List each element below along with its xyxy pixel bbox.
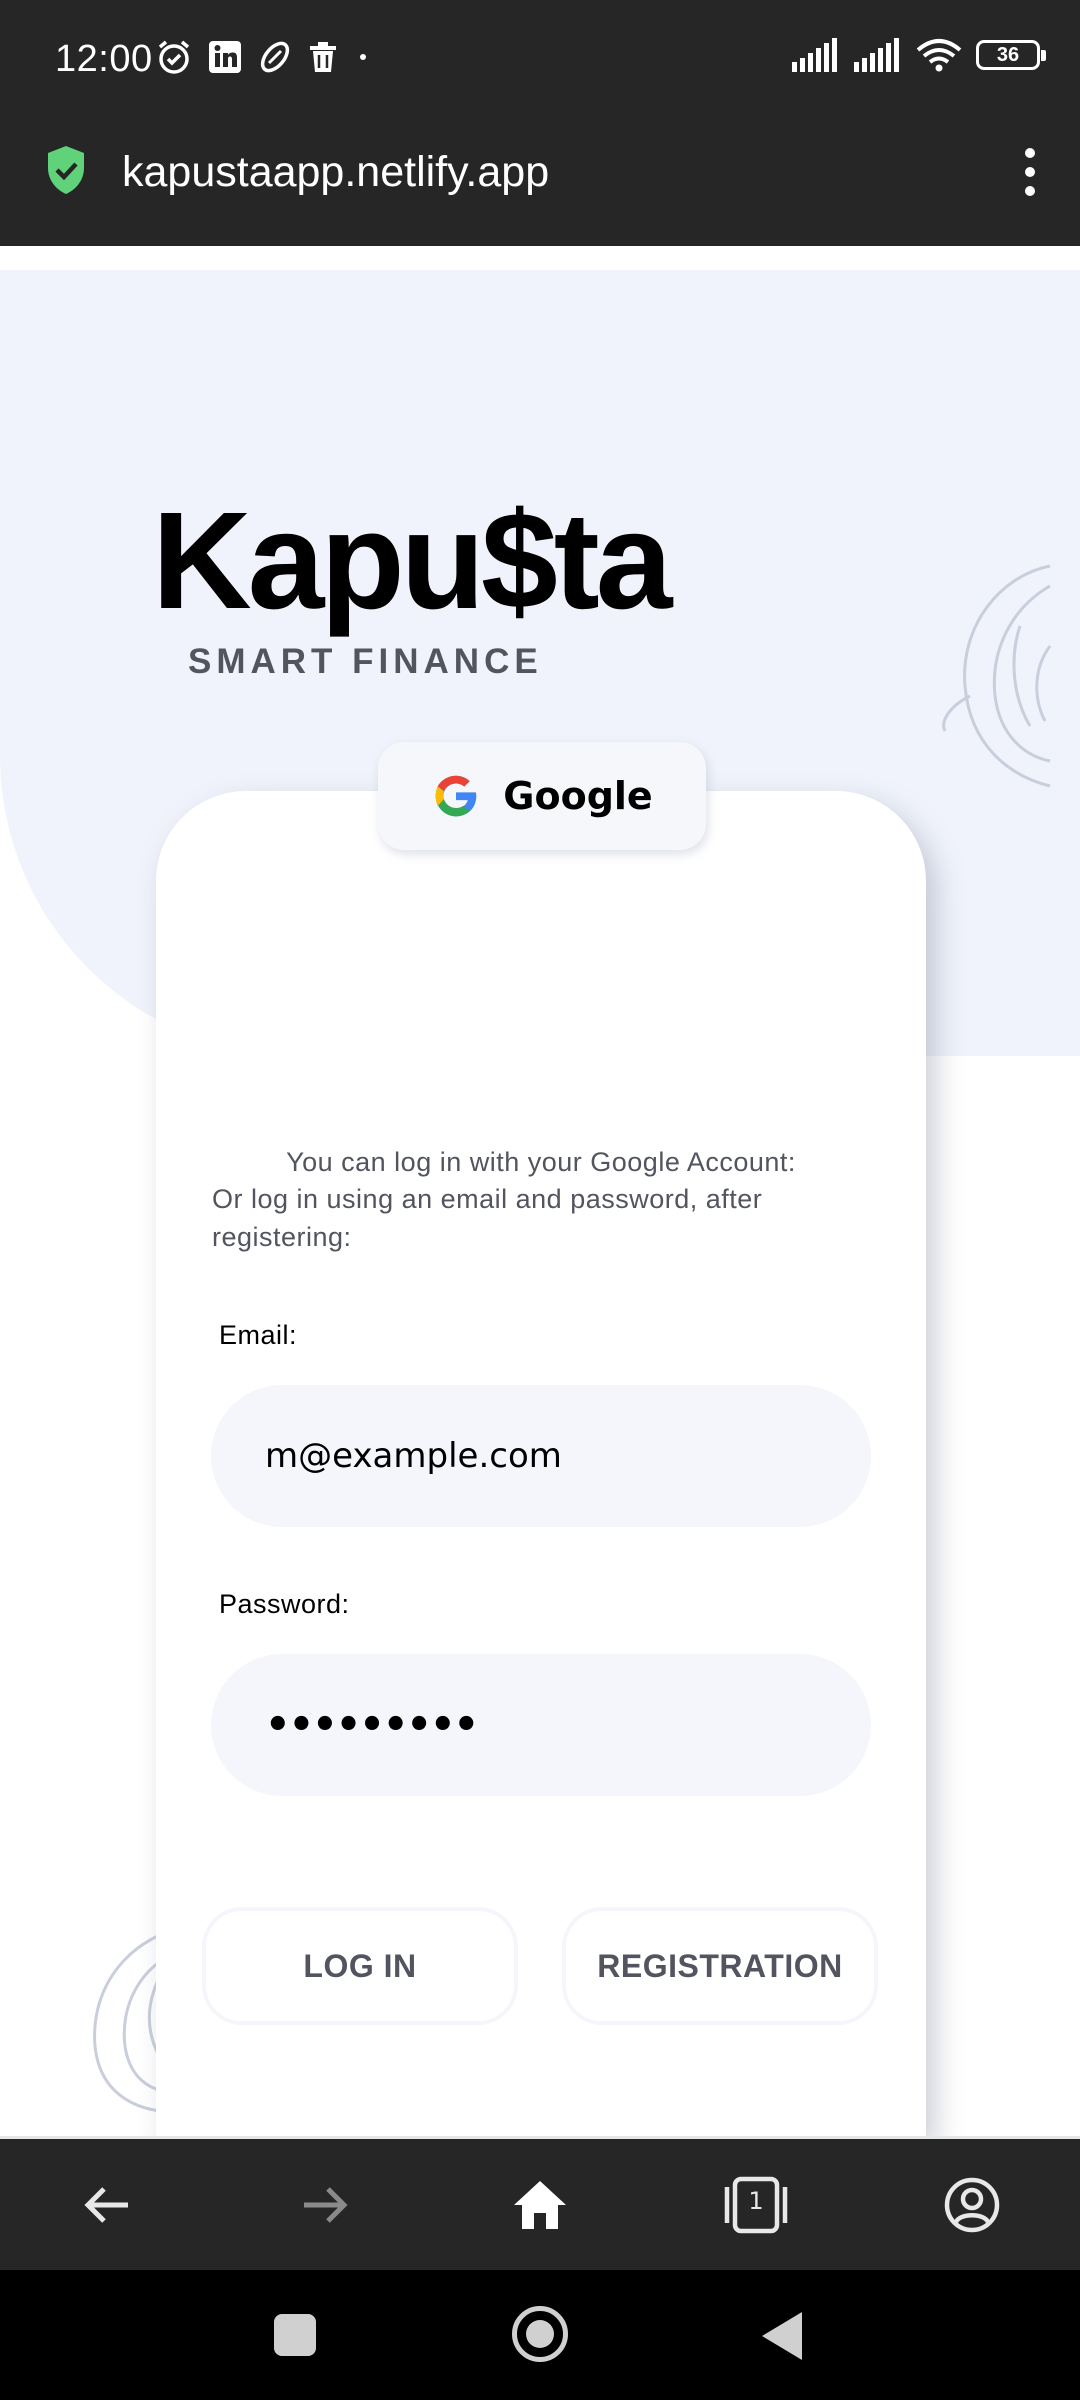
email-field[interactable]: m@example.com <box>211 1385 871 1527</box>
back-arrow-icon[interactable] <box>68 2165 148 2245</box>
notification-icons <box>155 38 373 76</box>
linkedin-icon <box>209 41 241 73</box>
home-circle-icon[interactable] <box>512 2306 568 2362</box>
trash-icon <box>310 42 336 72</box>
dot-icon <box>360 54 366 60</box>
tagline: SMART FINANCE <box>188 642 543 681</box>
cabbage-illustration <box>942 564 1052 788</box>
back-triangle-icon[interactable] <box>762 2312 802 2360</box>
home-icon[interactable] <box>500 2165 580 2245</box>
alarm-icon <box>158 40 190 74</box>
browser-url-bar[interactable]: kapustaapp.netlify.app <box>0 118 1080 246</box>
url-text[interactable]: kapustaapp.netlify.app <box>122 148 549 197</box>
account-icon[interactable] <box>932 2165 1012 2245</box>
tabs-icon[interactable]: 1 <box>716 2165 796 2245</box>
password-label: Password: <box>219 1589 350 1619</box>
app-logo: Kapu$ta <box>152 484 672 638</box>
system-nav-bar <box>0 2270 1080 2400</box>
signal-icon <box>854 38 899 72</box>
system-icons: 36 <box>792 38 1046 72</box>
battery-icon: 36 <box>976 40 1046 70</box>
google-g-icon <box>435 775 477 817</box>
status-bar: 12:00 36 <box>0 0 1080 118</box>
paperclip-icon <box>260 41 290 73</box>
google-login-button[interactable]: Google <box>378 742 706 850</box>
status-time: 12:00 <box>55 38 153 80</box>
forward-arrow-icon[interactable] <box>284 2165 364 2245</box>
google-button-label: Google <box>503 774 653 818</box>
browser-bottom-nav: 1 <box>0 2136 1080 2270</box>
google-login-note: You can log in with your Google Account: <box>286 1147 796 1177</box>
signal-icon <box>792 38 837 72</box>
login-button[interactable]: LOG IN <box>202 1907 518 2025</box>
email-label: Email: <box>219 1320 298 1350</box>
password-field[interactable]: ••••••••• <box>211 1654 871 1796</box>
recents-icon[interactable] <box>274 2314 316 2356</box>
email-login-note: Or log in using an email and password, a… <box>212 1184 763 1252</box>
more-vert-icon[interactable] <box>1010 142 1050 202</box>
shield-check-icon[interactable] <box>44 144 88 196</box>
tab-count: 1 <box>748 2186 764 2215</box>
wifi-icon <box>916 39 962 72</box>
registration-button[interactable]: REGISTRATION <box>562 1907 878 2025</box>
